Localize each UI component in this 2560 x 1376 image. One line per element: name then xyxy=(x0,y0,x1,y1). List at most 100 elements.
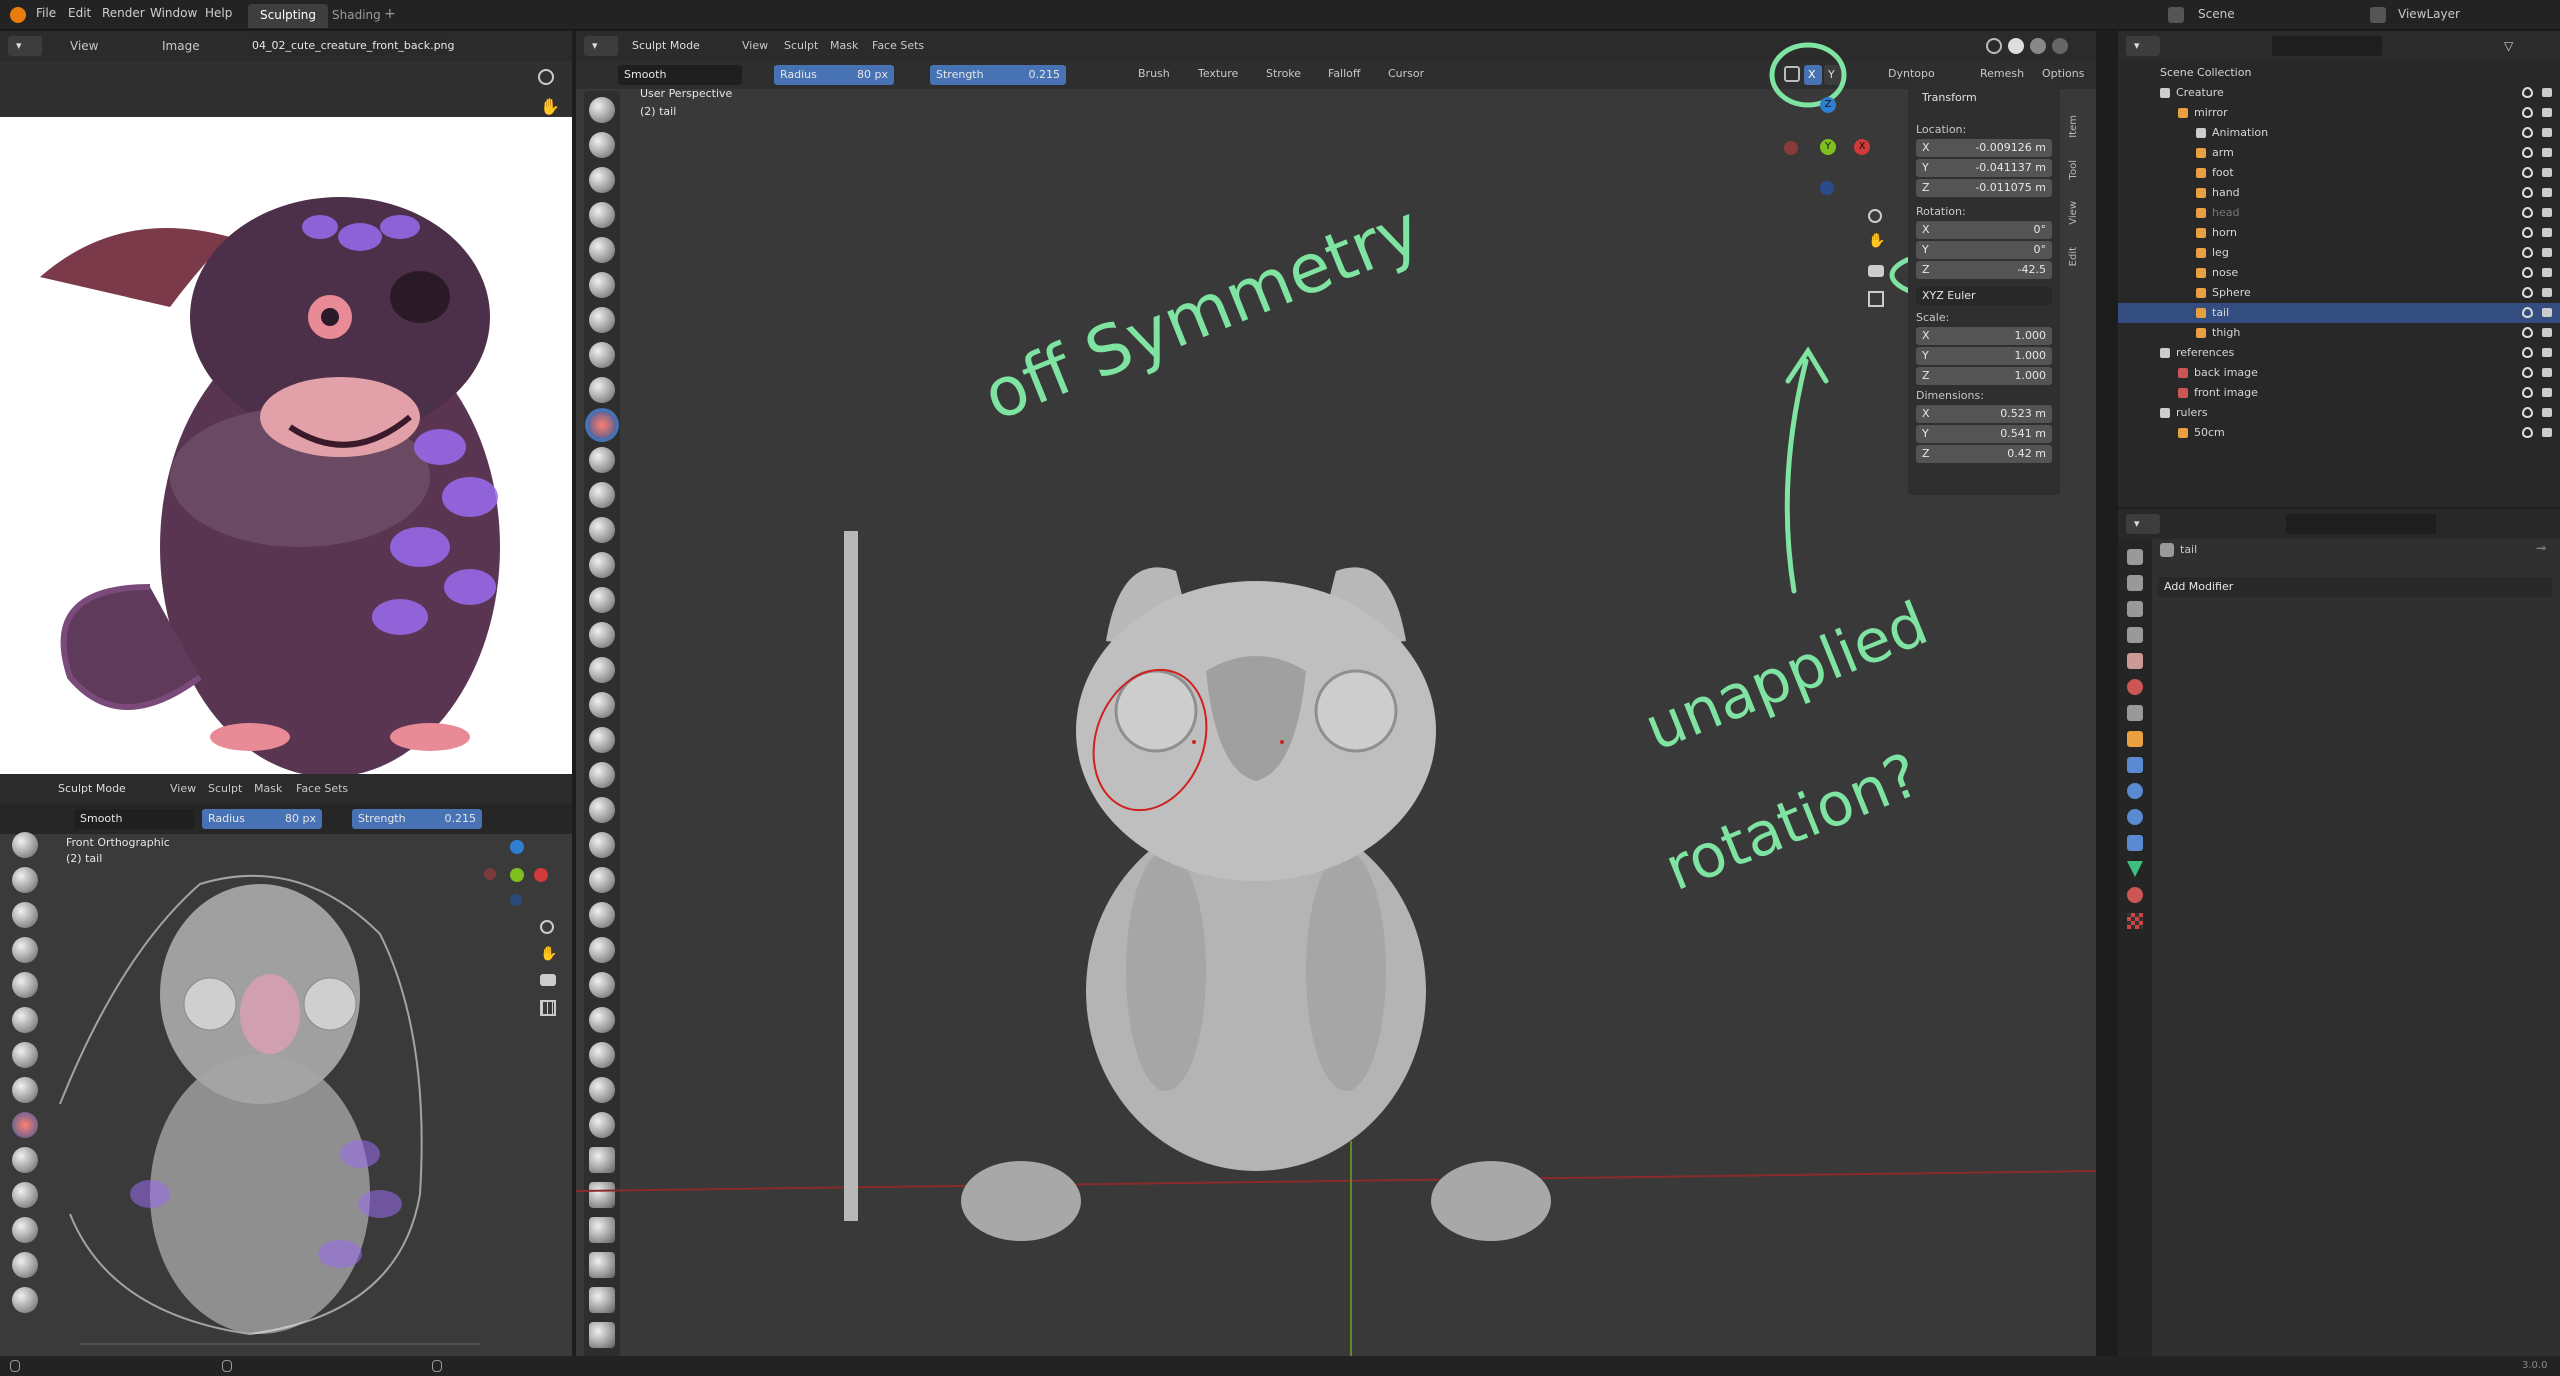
render-camera-icon[interactable] xyxy=(2542,428,2552,437)
add-workspace-icon[interactable]: + xyxy=(384,6,396,22)
menu-edit[interactable]: Edit xyxy=(68,6,91,20)
main-camera-icon[interactable] xyxy=(1868,265,1884,277)
small-gizmo-neg-x[interactable] xyxy=(484,868,496,880)
main-pan-icon[interactable]: ✋ xyxy=(1868,233,1885,249)
small-nav-gizmo[interactable] xyxy=(482,840,552,910)
gizmo-neg-x[interactable] xyxy=(1784,141,1798,155)
render-camera-icon[interactable] xyxy=(2542,408,2552,417)
rotation-x[interactable]: X 0° xyxy=(1916,221,2052,239)
properties-search[interactable] xyxy=(2286,514,2436,534)
menu-help[interactable]: Help xyxy=(205,6,232,20)
tab-edit[interactable]: Edit xyxy=(2066,243,2081,270)
render-camera-icon[interactable] xyxy=(2542,88,2552,97)
menu-view[interactable]: View xyxy=(70,39,98,53)
transform-title[interactable]: Transform xyxy=(1922,91,1977,104)
render-camera-icon[interactable] xyxy=(2542,128,2552,137)
rotation-mode-select[interactable]: XYZ Euler xyxy=(1916,287,2052,305)
filter-icon[interactable]: ▽ xyxy=(2504,39,2513,53)
render-camera-icon[interactable] xyxy=(2542,108,2552,117)
pan-hand-icon[interactable]: ✋ xyxy=(540,97,560,116)
outliner-row[interactable]: back image xyxy=(2118,363,2560,383)
outliner-row[interactable]: mirror xyxy=(2118,103,2560,123)
render-camera-icon[interactable] xyxy=(2542,368,2552,377)
gizmo-y-axis[interactable]: Y xyxy=(1820,139,1836,155)
main-grid-icon[interactable] xyxy=(1868,291,1884,307)
scene-tab-icon[interactable] xyxy=(2127,653,2143,669)
outliner-row[interactable]: head xyxy=(2118,203,2560,223)
rotation-z[interactable]: Z -42.5 xyxy=(1916,261,2052,279)
visibility-eye-icon[interactable] xyxy=(2522,367,2533,378)
output-tab-icon[interactable] xyxy=(2127,601,2143,617)
view-layer-tab-icon[interactable] xyxy=(2127,627,2143,643)
constraints-tab-icon[interactable] xyxy=(2127,835,2143,851)
visibility-eye-icon[interactable] xyxy=(2522,107,2533,118)
outliner-row[interactable]: arm xyxy=(2118,143,2560,163)
menu-window[interactable]: Window xyxy=(150,6,197,20)
visibility-eye-icon[interactable] xyxy=(2522,267,2533,278)
location-y[interactable]: Y -0.041137 m xyxy=(1916,159,2052,177)
world-tab-icon[interactable] xyxy=(2127,679,2143,695)
outliner-row[interactable]: 50cm xyxy=(2118,423,2560,443)
small-camera-icon[interactable] xyxy=(540,974,556,986)
blender-logo-icon[interactable] xyxy=(10,7,26,23)
location-x[interactable]: X -0.009126 m xyxy=(1916,139,2052,157)
material-tab-icon[interactable] xyxy=(2127,887,2143,903)
visibility-eye-icon[interactable] xyxy=(2522,147,2533,158)
dim-y[interactable]: Y 0.541 m xyxy=(1916,425,2052,443)
main-zoom-icon[interactable] xyxy=(1868,209,1882,223)
outliner-row[interactable]: Creature xyxy=(2118,83,2560,103)
visibility-eye-icon[interactable] xyxy=(2522,427,2533,438)
visibility-eye-icon[interactable] xyxy=(2522,187,2533,198)
particles-tab-icon[interactable] xyxy=(2127,783,2143,799)
scale-x[interactable]: X 1.000 xyxy=(1916,327,2052,345)
gizmo-neg-z[interactable] xyxy=(1820,181,1834,195)
small-gizmo-neg-z[interactable] xyxy=(510,894,522,906)
render-camera-icon[interactable] xyxy=(2542,348,2552,357)
gizmo-z-axis[interactable]: Z xyxy=(1820,97,1836,113)
outliner-row[interactable]: horn xyxy=(2118,223,2560,243)
visibility-eye-icon[interactable] xyxy=(2522,207,2533,218)
visibility-eye-icon[interactable] xyxy=(2522,307,2533,318)
render-camera-icon[interactable] xyxy=(2542,328,2552,337)
texture-tab-icon[interactable] xyxy=(2127,913,2143,929)
render-camera-icon[interactable] xyxy=(2542,308,2552,317)
viewlayer-icon[interactable] xyxy=(2370,7,2386,23)
tab-view[interactable]: View xyxy=(2066,197,2081,229)
scene-name[interactable]: Scene xyxy=(2198,7,2235,21)
outliner-row[interactable]: Sphere xyxy=(2118,283,2560,303)
visibility-eye-icon[interactable] xyxy=(2522,127,2533,138)
outliner-row[interactable]: hand xyxy=(2118,183,2560,203)
render-camera-icon[interactable] xyxy=(2542,268,2552,277)
visibility-eye-icon[interactable] xyxy=(2522,247,2533,258)
outliner-row[interactable]: foot xyxy=(2118,163,2560,183)
outliner-row[interactable]: tail xyxy=(2118,303,2560,323)
editor-type-button[interactable]: ▾ xyxy=(8,36,42,56)
small-gizmo-z[interactable] xyxy=(510,840,524,854)
outliner-row[interactable]: front image xyxy=(2118,383,2560,403)
menu-file[interactable]: File xyxy=(36,6,56,20)
visibility-eye-icon[interactable] xyxy=(2522,227,2533,238)
properties-editor-type[interactable]: ▾ xyxy=(2126,514,2160,534)
tool-tab-icon[interactable] xyxy=(2127,549,2143,565)
menu-image[interactable]: Image xyxy=(162,39,200,53)
render-camera-icon[interactable] xyxy=(2542,168,2552,177)
physics-tab-icon[interactable] xyxy=(2127,809,2143,825)
render-camera-icon[interactable] xyxy=(2542,208,2552,217)
rotation-y[interactable]: Y 0° xyxy=(1916,241,2052,259)
outliner-search[interactable] xyxy=(2272,36,2382,56)
render-camera-icon[interactable] xyxy=(2542,248,2552,257)
data-tab-icon[interactable] xyxy=(2127,861,2143,877)
outliner-row[interactable]: thigh xyxy=(2118,323,2560,343)
render-camera-icon[interactable] xyxy=(2542,148,2552,157)
outliner-root[interactable]: Scene Collection xyxy=(2160,63,2251,83)
render-tab-icon[interactable] xyxy=(2127,575,2143,591)
outliner-editor-type[interactable]: ▾ xyxy=(2126,36,2160,56)
scale-y[interactable]: Y 1.000 xyxy=(1916,347,2052,365)
tab-tool[interactable]: Tool xyxy=(2066,156,2081,183)
render-camera-icon[interactable] xyxy=(2542,288,2552,297)
scene-icon[interactable] xyxy=(2168,7,2184,23)
outliner-row[interactable]: Animation xyxy=(2118,123,2560,143)
render-camera-icon[interactable] xyxy=(2542,228,2552,237)
viewlayer-name[interactable]: ViewLayer xyxy=(2398,7,2460,21)
tab-item[interactable]: Item xyxy=(2066,111,2081,142)
